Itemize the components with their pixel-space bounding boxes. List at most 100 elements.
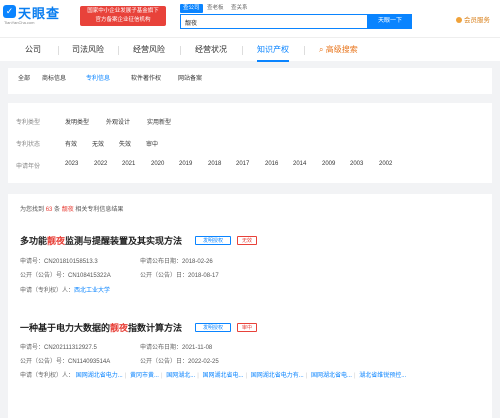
meta-value: CN201810158513.3 [44, 259, 98, 265]
result-title-part: 一种基于电力大数据的 [20, 323, 111, 333]
filter-year-label: 申请年份 [16, 164, 41, 170]
nav-divider [180, 46, 181, 55]
logo-icon[interactable]: ✓ [3, 5, 16, 18]
gov-badge-line1: 国家中小企业发展子基金旗下 [87, 8, 159, 14]
patent-status-tag: 审中 [237, 323, 257, 332]
filter-year-option[interactable]: 2021 [122, 161, 135, 167]
main-nav: 公司 司法风险 经营风险 经营状况 知识产权 ⌕ 高级搜索 [0, 37, 500, 62]
search-tab-company[interactable]: 查公司 [180, 4, 203, 13]
filter-year-option[interactable]: 2020 [151, 161, 164, 167]
vip-service-link[interactable]: 会员服务 [456, 14, 490, 24]
result-count-unit: 条 [54, 207, 61, 213]
search-tab-boss[interactable]: 查老板 [204, 4, 227, 13]
filter-status-option[interactable]: 无效 [92, 139, 104, 148]
nav-operating-risk[interactable]: 经营风险 [133, 38, 165, 62]
meta-label: 公开（公告）日： [140, 359, 189, 365]
meta-value: CN114093514A [68, 359, 111, 365]
applicant-link[interactable]: 湖北省维锐预控... [359, 373, 406, 379]
filter-year-option[interactable]: 2023 [65, 161, 78, 167]
meta-label: 公开（公告）号： [20, 359, 69, 365]
result-count: 为您找到 63 条 靓夜 相关专利信息结果 [20, 204, 123, 213]
search-tab-relation[interactable]: 查关系 [228, 4, 251, 13]
nav-divider [304, 46, 305, 55]
result-title-highlight: 靓夜 [110, 323, 129, 333]
subtab-website-filing[interactable]: 网站备案 [178, 74, 202, 85]
filter-year-option[interactable]: 2019 [179, 161, 192, 167]
applicant-separator: | [305, 373, 308, 379]
filter-year-option[interactable]: 2016 [265, 161, 278, 167]
filter-year-option[interactable]: 2022 [94, 161, 107, 167]
nav-divider [58, 46, 59, 55]
filter-year-option[interactable]: 2018 [208, 161, 221, 167]
publication-number: 公开（公告）号：CN108415322A [20, 270, 111, 279]
filter-year-option[interactable]: 2009 [322, 161, 335, 167]
vip-label: 会员服务 [464, 17, 490, 24]
meta-label: 申请（专利权）人： [20, 288, 75, 294]
meta-label: 申请（专利权）人： [20, 373, 75, 379]
applicant-separator: | [245, 373, 248, 379]
subtab-patent[interactable]: 专利信息 [86, 74, 110, 85]
applicant-list: 申请（专利权）人： 国网湖北省电力... | 黄冈市黄... | 国网湖北... | … [20, 370, 482, 380]
applicant-separator: | [124, 373, 127, 379]
application-publish-date: 申请公布日期：2021-11-08 [140, 342, 212, 351]
filter-type-option[interactable]: 实用新型 [147, 117, 171, 126]
applicant-link[interactable]: 国网湖北省电力有... [251, 373, 304, 379]
filter-year-option[interactable]: 2014 [293, 161, 306, 167]
result-title-part: 多功能 [20, 236, 48, 246]
filter-status-label: 专利状态 [16, 142, 41, 148]
subtab-all[interactable]: 全部 [18, 74, 30, 85]
filter-type-option[interactable]: 外观设计 [106, 117, 130, 126]
filter-status-option[interactable]: 失效 [119, 139, 131, 148]
filter-year-option[interactable]: 2017 [236, 161, 249, 167]
filter-year-option[interactable]: 2003 [350, 161, 363, 167]
patent-type-tag: 发明授权 [195, 236, 231, 245]
meta-label: 申请号： [20, 259, 45, 265]
result-count-number: 63 [45, 207, 53, 213]
search-box [180, 14, 368, 29]
applicant-link[interactable]: 国网湖北... [166, 373, 195, 379]
publication-date: 公开（公告）日：2022-02-25 [140, 356, 219, 365]
applicant-separator: | [197, 373, 199, 379]
applicant-link[interactable]: 国网湖北省电... [202, 373, 243, 379]
nav-company[interactable]: 公司 [25, 38, 41, 62]
filter-type-option[interactable]: 发明类型 [65, 117, 89, 126]
top-header: ✓ 天眼查 TianYanCha.com 国家中小企业发展子基金旗下 官方备案企… [0, 0, 500, 37]
result-title[interactable]: 多功能靓夜监测与提醒装置及其实现方法 [20, 234, 182, 247]
applicant-link[interactable]: 国网湖北省电... [311, 373, 352, 379]
gov-badge-line2: 官方备案企业征信机构 [95, 17, 151, 23]
meta-value: 2018-08-17 [188, 273, 219, 279]
application-publish-date: 申请公布日期：2018-02-26 [140, 256, 213, 265]
meta-label: 申请号： [20, 345, 45, 351]
filter-status-option[interactable]: 有效 [65, 139, 77, 148]
meta-value: CN202111312927.5 [44, 345, 97, 351]
filter-status-option[interactable]: 审中 [146, 139, 158, 148]
filter-year-option[interactable]: 2002 [379, 161, 392, 167]
meta-value: CN108415322A [68, 273, 111, 279]
applicant-link[interactable]: 西北工业大学 [74, 288, 110, 294]
search-button[interactable]: 天眼一下 [368, 14, 412, 29]
nav-advanced-search[interactable]: ⌕ 高级搜索 [319, 38, 358, 62]
result-title-highlight: 靓夜 [47, 236, 66, 246]
result-count-suffix: 相关专利信息结果 [75, 207, 124, 213]
applicant-link[interactable]: 黄冈市黄... [130, 373, 159, 379]
nav-divider [242, 46, 243, 55]
subtab-trademark[interactable]: 商标信息 [42, 74, 66, 85]
vip-icon [456, 17, 462, 23]
applicant-separator: | [353, 373, 356, 379]
nav-divider [118, 46, 119, 55]
nav-judicial-risk[interactable]: 司法风险 [72, 38, 104, 62]
meta-value: 2022-02-25 [188, 359, 219, 365]
result-title[interactable]: 一种基于电力大数据的靓夜指数计算方法 [20, 321, 182, 334]
nav-operating-status[interactable]: 经营状况 [195, 38, 227, 62]
application-number: 申请号：CN201810158513.3 [20, 256, 98, 265]
result-title-part: 指数计算方法 [128, 323, 183, 333]
nav-intellectual-property[interactable]: 知识产权 [257, 38, 289, 62]
patent-type-tag: 发明授权 [195, 323, 231, 332]
subtab-software-copyright[interactable]: 软件著作权 [131, 74, 161, 85]
search-input[interactable] [185, 17, 335, 27]
applicant-separator: | [160, 373, 163, 379]
meta-label: 公开（公告）日： [140, 273, 189, 279]
result-count-prefix: 为您找到 [20, 207, 45, 213]
applicant-link[interactable]: 国网湖北省电力... [76, 373, 123, 379]
logo-subtitle: TianYanCha.com [4, 20, 35, 25]
